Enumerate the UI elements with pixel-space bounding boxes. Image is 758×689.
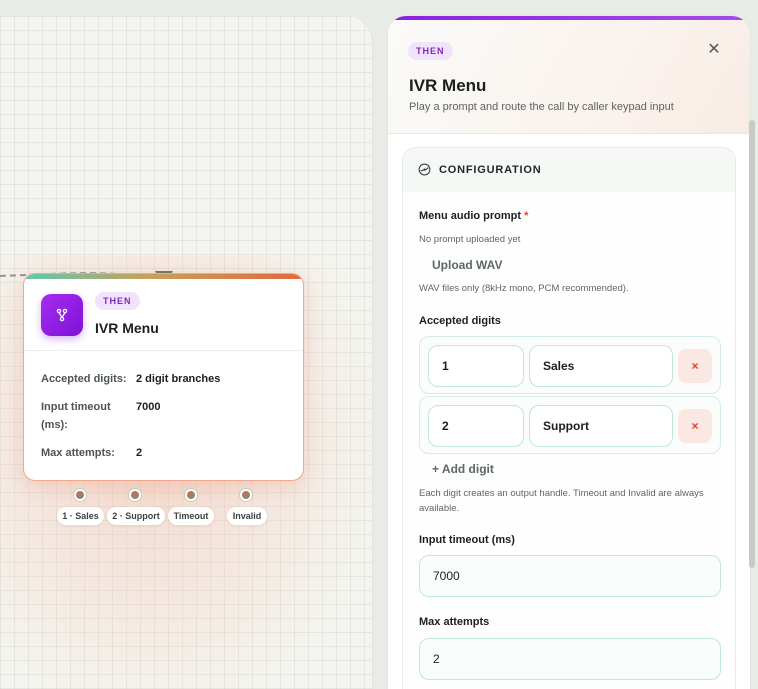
node-row-value: 2 digit branches	[136, 373, 221, 385]
branch-icon	[41, 294, 83, 336]
digit-name-input[interactable]: Sales	[529, 345, 673, 387]
handle-label: Timeout	[168, 507, 214, 525]
node-row: Input timeout (ms): 7000	[41, 398, 291, 444]
output-handle-support[interactable]	[128, 488, 142, 502]
remove-digit-button[interactable]: ×	[678, 409, 712, 443]
panel-badge: THEN	[408, 42, 453, 60]
prompt-label: Menu audio prompt *	[419, 210, 528, 222]
panel-title: IVR Menu	[409, 76, 487, 95]
node-row: Max attempts: 2	[41, 444, 291, 466]
configuration-title: CONFIGURATION	[439, 164, 542, 176]
node-title: IVR Menu	[95, 320, 159, 336]
prompt-label-text: Menu audio prompt	[419, 210, 522, 222]
attempts-label: Max attempts	[419, 616, 490, 628]
node-config-panel: THEN ✕ IVR Menu Play a prompt and route …	[388, 16, 750, 689]
panel-subtitle: Play a prompt and route the call by call…	[409, 101, 674, 113]
panel-scrollbar[interactable]	[749, 120, 755, 568]
digit-input[interactable]: 1	[428, 345, 524, 387]
digit-input[interactable]: 2	[428, 405, 524, 447]
ivr-menu-node[interactable]: THEN IVR Menu Accepted digits: 2 digit b…	[23, 273, 304, 481]
node-row-key: Max attempts:	[41, 447, 115, 459]
attempts-input[interactable]: 2	[419, 638, 721, 680]
node-details: Accepted digits: 2 digit branches Input …	[41, 370, 291, 466]
output-handle-timeout[interactable]	[184, 488, 198, 502]
timeout-label: Input timeout (ms)	[419, 534, 515, 546]
node-row-value: 2	[136, 447, 143, 459]
digit-row: 1 Sales ×	[419, 336, 721, 394]
node-row-key: Input timeout (ms):	[41, 401, 111, 431]
handle-label: 1 · Sales	[57, 507, 104, 525]
node-row-key: Accepted digits:	[41, 373, 127, 385]
prompt-status: No prompt uploaded yet	[419, 234, 521, 245]
required-mark: *	[524, 210, 529, 222]
digit-row: 2 Support ×	[419, 396, 721, 454]
remove-digit-button[interactable]: ×	[678, 349, 712, 383]
digit-name-input[interactable]: Support	[529, 405, 673, 447]
node-row: Accepted digits: 2 digit branches	[41, 370, 291, 398]
output-handle-invalid[interactable]	[239, 488, 253, 502]
upload-wav-button[interactable]: Upload WAV	[432, 258, 502, 272]
configuration-header: CONFIGURATION	[403, 148, 735, 192]
add-digit-button[interactable]: + Add digit	[432, 462, 494, 476]
output-handle-sales[interactable]	[73, 488, 87, 502]
digits-hint: Each digit creates an output handle. Tim…	[419, 488, 704, 514]
settings-icon	[418, 163, 431, 176]
prompt-hint: WAV files only (8kHz mono, PCM recommend…	[419, 283, 629, 294]
handle-label: 2 · Support	[107, 507, 165, 525]
node-header: THEN IVR Menu	[24, 279, 303, 351]
node-badge: THEN	[95, 292, 140, 310]
digits-label: Accepted digits	[419, 315, 501, 327]
timeout-input[interactable]: 7000	[419, 555, 721, 597]
close-icon[interactable]: ✕	[706, 42, 722, 58]
handle-label: Invalid	[227, 507, 267, 525]
configuration-section: CONFIGURATION Menu audio prompt * No pro…	[402, 147, 736, 689]
node-row-value: 7000	[136, 401, 161, 413]
panel-header: THEN ✕ IVR Menu Play a prompt and route …	[388, 20, 750, 134]
